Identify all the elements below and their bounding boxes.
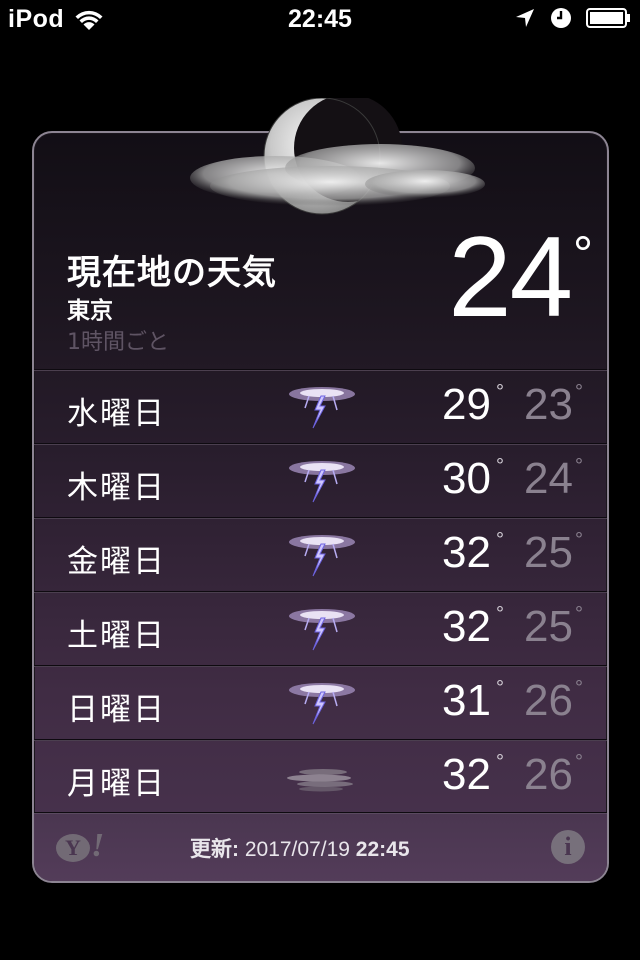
forecast-row: 木曜日 30 ° 24 ° (34, 443, 607, 517)
forecast-high: 32 (442, 602, 491, 651)
thunderstorm-icon (287, 606, 357, 654)
status-right (500, 7, 632, 29)
yahoo-logo[interactable]: Y ! (56, 827, 104, 865)
weather-card: 現在地の天気 東京 1時間ごと 24 ° 水曜日 29 ° 23 ° 木曜日 3… (32, 131, 609, 883)
forecast-day: 土曜日 (67, 618, 166, 654)
moon-cloud-icon (190, 98, 485, 215)
low-degree-symbol: ° (575, 381, 583, 403)
current-temperature: 24 (448, 214, 573, 341)
forecast-low: 25 (524, 602, 573, 651)
updated-timestamp: 更新: 2017/07/19 22:45 (190, 833, 410, 863)
high-degree-symbol: ° (496, 455, 504, 477)
thunderstorm-icon (287, 680, 357, 728)
low-degree-symbol: ° (575, 455, 583, 477)
updated-time: 22:45 (355, 838, 410, 861)
clock-icon (551, 8, 571, 28)
low-degree-symbol: ° (575, 751, 583, 773)
forecast-high: 31 (442, 676, 491, 725)
forecast-day: 金曜日 (67, 544, 166, 580)
city-name: 東京 (67, 298, 113, 324)
forecast-low: 23 (524, 380, 573, 429)
yahoo-logo-y: Y (56, 834, 90, 862)
updated-label: 更新: (190, 838, 239, 861)
forecast-day: 日曜日 (67, 692, 166, 728)
low-degree-symbol: ° (575, 529, 583, 551)
forecast-low: 26 (524, 676, 573, 725)
thunderstorm-icon (287, 532, 357, 580)
forecast-high: 30 (442, 454, 491, 503)
high-degree-symbol: ° (496, 677, 504, 699)
forecast-low: 24 (524, 454, 573, 503)
forecast-day: 木曜日 (67, 470, 166, 506)
forecast-row: 土曜日 32 ° 25 ° (34, 591, 607, 665)
high-degree-symbol: ° (496, 603, 504, 625)
location-icon (516, 9, 534, 27)
forecast-day: 月曜日 (67, 766, 166, 802)
fog-icon (287, 754, 357, 802)
forecast-high: 32 (442, 528, 491, 577)
battery-icon (586, 8, 630, 28)
forecast-row: 水曜日 29 ° 23 ° (34, 369, 607, 443)
forecast-high: 32 (442, 750, 491, 799)
forecast-row: 日曜日 31 ° 26 ° (34, 665, 607, 739)
forecast-low: 26 (524, 750, 573, 799)
forecast-list: 水曜日 29 ° 23 ° 木曜日 30 ° 24 ° 金曜日 32 ° 25 … (34, 369, 607, 813)
hourly-link[interactable]: 1時間ごと (67, 324, 169, 356)
thunderstorm-icon (287, 384, 357, 432)
forecast-high: 29 (442, 380, 491, 429)
high-degree-symbol: ° (496, 751, 504, 773)
card-footer: Y ! 更新: 2017/07/19 22:45 i (34, 812, 607, 881)
forecast-day: 水曜日 (67, 396, 166, 432)
forecast-low: 25 (524, 528, 573, 577)
status-bar: iPod 22:45 (0, 0, 640, 40)
info-button[interactable]: i (551, 830, 585, 864)
location-title: 現在地の天気 (67, 253, 277, 293)
current-degree-symbol: ° (573, 226, 593, 282)
forecast-row: 金曜日 32 ° 25 ° (34, 517, 607, 591)
updated-date: 2017/07/19 (244, 838, 350, 861)
high-degree-symbol: ° (496, 529, 504, 551)
high-degree-symbol: ° (496, 381, 504, 403)
forecast-row: 月曜日 32 ° 26 ° (34, 739, 607, 813)
low-degree-symbol: ° (575, 677, 583, 699)
yahoo-logo-exclamation: ! (91, 827, 105, 864)
thunderstorm-icon (287, 458, 357, 506)
low-degree-symbol: ° (575, 603, 583, 625)
